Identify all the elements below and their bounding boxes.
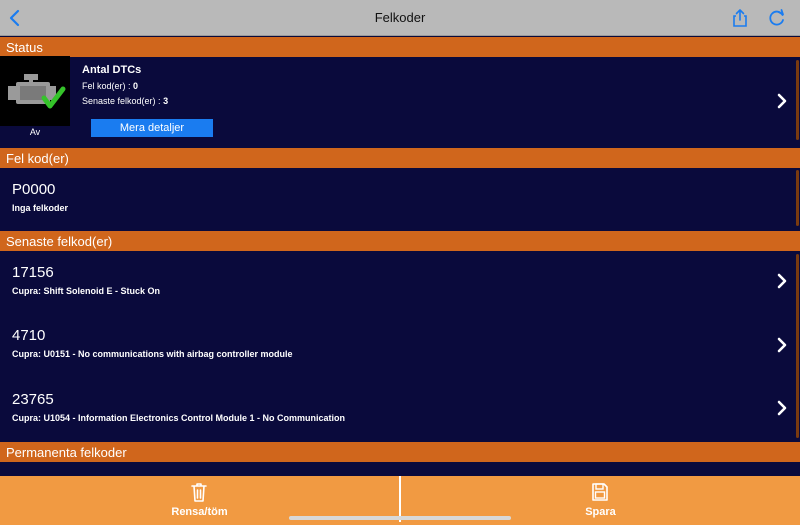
section-header-recent-codes: Senaste felkod(er) [0, 231, 800, 251]
recent-code-description: Cupra: U1054 - Information Electronics C… [12, 413, 346, 423]
more-details-button[interactable]: Mera detaljer [91, 119, 213, 137]
recent-code-description: Cupra: U0151 - No communications with ai… [12, 349, 293, 359]
chevron-right-icon[interactable] [775, 336, 789, 354]
chevron-right-icon[interactable] [775, 399, 789, 417]
section-header-status: Status [0, 37, 800, 57]
section-header-fault-codes: Fel kod(er) [0, 148, 800, 168]
page-title: Felkoder [374, 10, 426, 25]
scroll-indicator [796, 170, 799, 226]
list-item-permanent-code [0, 462, 800, 476]
share-icon[interactable] [729, 7, 751, 29]
list-item-recent-code[interactable] [0, 377, 800, 439]
engine-icon [0, 56, 70, 126]
list-item-fault-code [0, 168, 800, 229]
fault-count-line: Fel kod(er) : 0 [82, 81, 138, 91]
list-item-recent-code[interactable] [0, 251, 800, 313]
section-header-permanent-codes: Permanenta felkoder [0, 442, 800, 462]
fault-count-value: 0 [133, 81, 139, 91]
trash-icon [191, 483, 207, 502]
recent-code-description: Cupra: Shift Solenoid E - Stuck On [12, 286, 161, 296]
scroll-indicator [796, 254, 799, 438]
refresh-icon[interactable] [766, 7, 788, 29]
dtc-count-title: Antal DTCs [82, 64, 142, 76]
recent-count-label: Senaste felkod(er) : [82, 96, 161, 106]
recent-count-line: Senaste felkod(er) : 3 [82, 96, 168, 106]
recent-code: 17156 [12, 264, 54, 281]
fault-count-label: Fel kod(er) : [82, 81, 131, 91]
fault-code: P0000 [12, 181, 56, 198]
chevron-right-icon[interactable] [775, 92, 789, 110]
list-item-recent-code[interactable] [0, 314, 800, 376]
chevron-right-icon[interactable] [775, 272, 789, 290]
recent-code: 4710 [12, 327, 46, 344]
recent-code: 23765 [12, 391, 54, 408]
fault-code-description: Inga felkoder [12, 203, 69, 213]
engine-status-label: Av [29, 127, 41, 137]
home-indicator[interactable] [289, 516, 511, 520]
floppy-disk-icon [592, 483, 608, 501]
nav-bar: Felkoder [0, 0, 800, 36]
recent-count-value: 3 [163, 96, 169, 106]
scroll-indicator [796, 60, 799, 140]
